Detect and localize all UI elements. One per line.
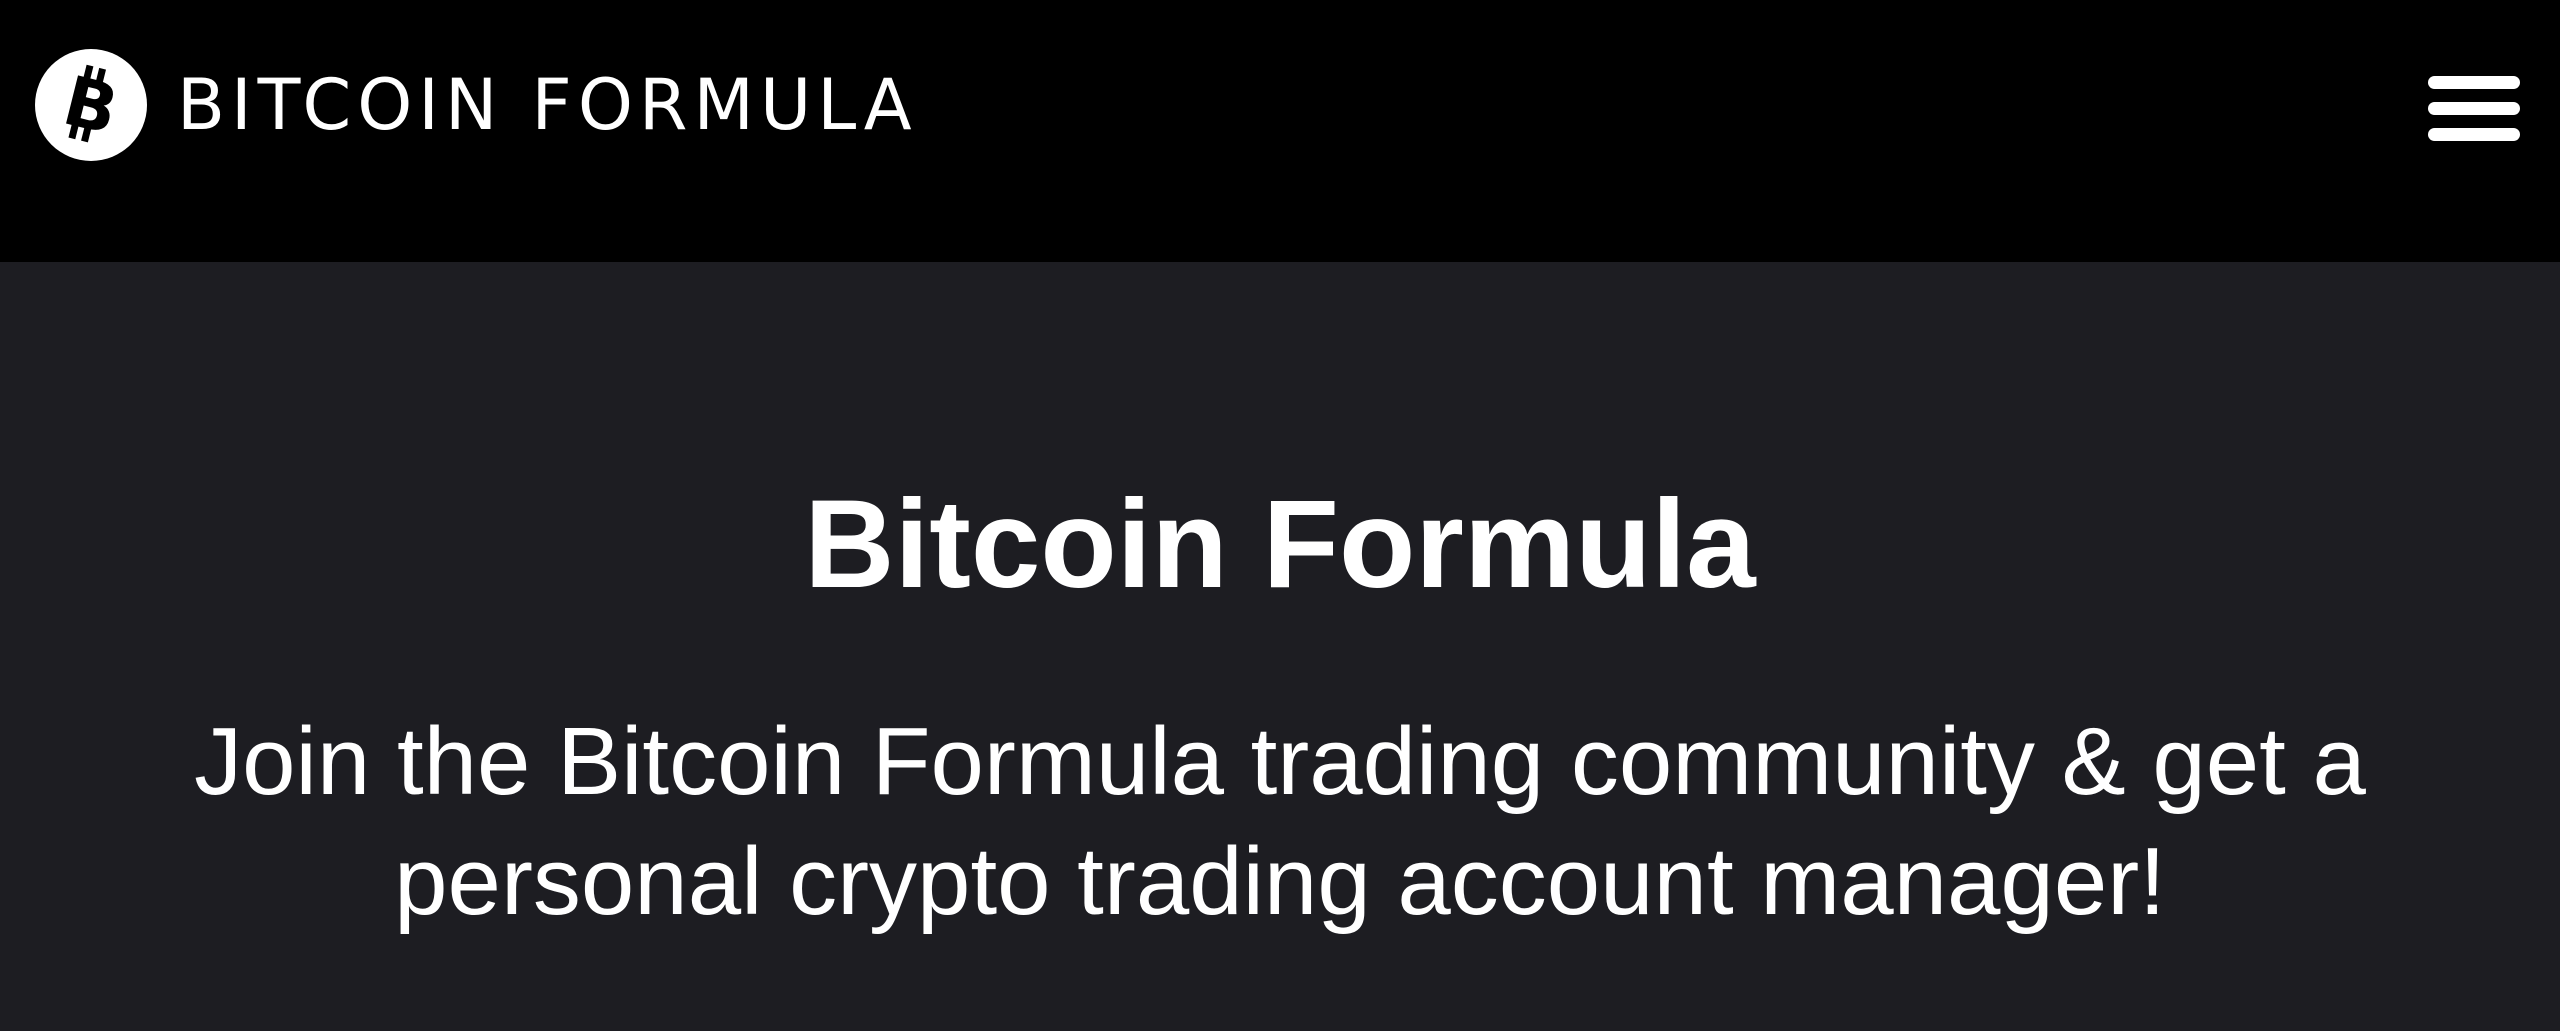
bitcoin-logo-icon: B	[35, 48, 147, 161]
site-header: B BITCOIN FORMULA	[0, 0, 2560, 262]
hamburger-menu-button[interactable]	[2420, 70, 2520, 146]
hero-subtitle: Join the Bitcoin Formula trading communi…	[194, 708, 2366, 935]
brand-logo-link[interactable]: B BITCOIN FORMULA	[35, 48, 918, 161]
hero-title: Bitcoin Formula	[804, 475, 1756, 614]
hero-section: Bitcoin Formula Join the Bitcoin Formula…	[0, 262, 2560, 1031]
brand-name: BITCOIN FORMULA	[177, 63, 918, 146]
